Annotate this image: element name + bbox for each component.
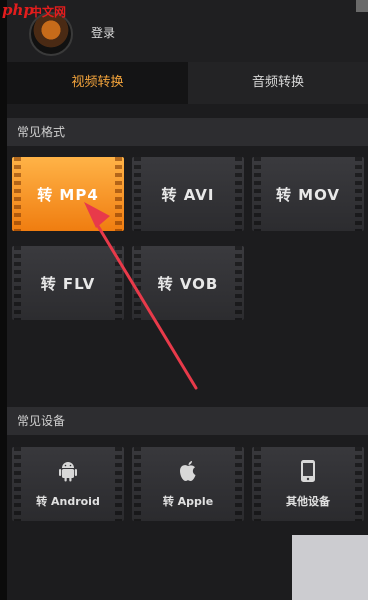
film-strip-right	[115, 447, 122, 521]
blur-overlay	[292, 535, 368, 600]
format-label: 转 MP4	[37, 185, 99, 204]
film-strip-right	[355, 447, 362, 521]
film-strip-right	[235, 447, 242, 521]
section-common-formats: 常见格式	[7, 118, 368, 146]
tab-audio-convert[interactable]: 音频转换	[188, 62, 368, 104]
device-card-other[interactable]: 其他设备	[252, 447, 364, 521]
film-strip-left	[134, 447, 141, 521]
apple-icon	[178, 459, 198, 483]
format-card-mp4[interactable]: 转 MP4	[12, 157, 124, 231]
film-strip-left	[254, 447, 261, 521]
format-card-flv[interactable]: 转 FLV	[12, 246, 124, 320]
format-card-vob[interactable]: 转 VOB	[132, 246, 244, 320]
tab-video-convert[interactable]: 视频转换	[7, 62, 188, 104]
converter-panel: 登录 视频转换 音频转换 常见格式 转 MP4 转 AVI 转 MOV 转 FL…	[7, 0, 368, 600]
device-label: 转 Android	[36, 495, 100, 508]
format-label: 转 VOB	[157, 274, 219, 293]
window-corner	[356, 0, 368, 12]
format-card-avi[interactable]: 转 AVI	[132, 157, 244, 231]
phone-icon	[298, 459, 318, 483]
format-label: 转 AVI	[161, 185, 215, 204]
android-icon	[58, 459, 78, 483]
section-common-devices: 常见设备	[7, 407, 368, 435]
format-label: 转 MOV	[275, 185, 341, 204]
format-card-mov[interactable]: 转 MOV	[252, 157, 364, 231]
film-strip-left	[14, 447, 21, 521]
format-label: 转 FLV	[40, 274, 96, 293]
device-card-android[interactable]: 转 Android	[12, 447, 124, 521]
device-card-apple[interactable]: 转 Apple	[132, 447, 244, 521]
login-link[interactable]: 登录	[91, 24, 115, 41]
device-label: 其他设备	[286, 495, 330, 508]
site-watermark: php 中文网	[0, 0, 70, 22]
left-edge	[0, 0, 7, 600]
device-label: 转 Apple	[162, 495, 214, 508]
watermark-site: 中文网	[30, 5, 67, 19]
tab-bar: 视频转换 音频转换	[7, 62, 368, 104]
